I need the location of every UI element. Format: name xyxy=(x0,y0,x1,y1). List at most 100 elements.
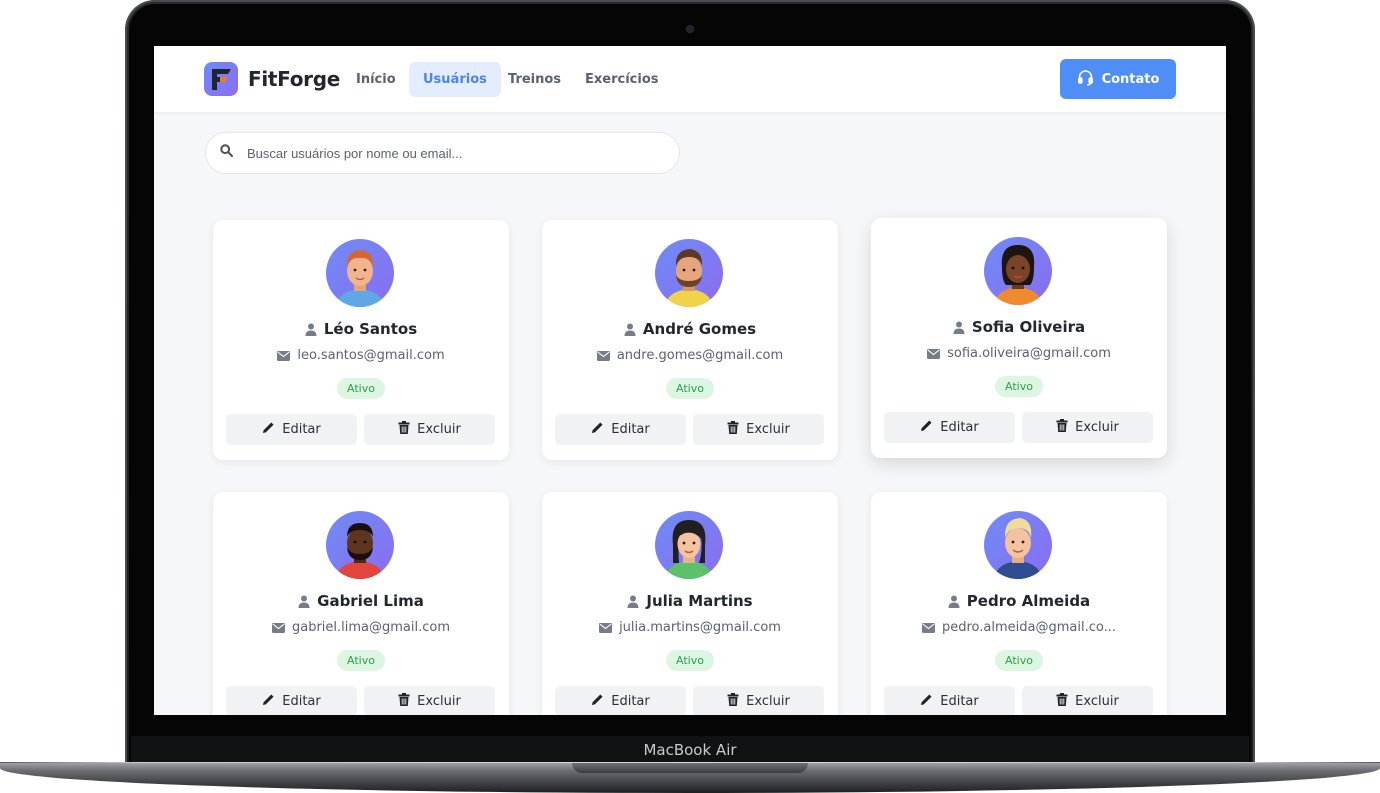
brand-name[interactable]: FitForge xyxy=(248,67,340,91)
edit-label: Editar xyxy=(282,694,321,709)
status-badge: Ativo xyxy=(337,378,385,399)
avatar xyxy=(326,511,394,579)
status-badge: Ativo xyxy=(995,650,1043,671)
delete-label: Excluir xyxy=(746,694,790,709)
edit-button[interactable]: Editar xyxy=(226,686,357,715)
headset-icon xyxy=(1077,69,1094,90)
edit-label: Editar xyxy=(940,694,979,709)
contact-label: Contato xyxy=(1101,71,1160,87)
user-email-text: sofia.oliveira@gmail.com xyxy=(947,346,1111,361)
delete-label: Excluir xyxy=(1075,694,1119,709)
user-name-text: Pedro Almeida xyxy=(966,592,1091,610)
navbar: FitForge Início Usuários Treinos Exercíc… xyxy=(154,46,1226,113)
trash-icon xyxy=(727,421,739,438)
pencil-icon xyxy=(920,693,933,710)
user-email-text: julia.martins@gmail.com xyxy=(619,620,781,635)
user-name-text: Sofia Oliveira xyxy=(971,318,1086,336)
pencil-icon xyxy=(262,421,275,438)
user-card: Pedro Almeida pedro.almeida@gmail.co... … xyxy=(871,492,1167,715)
pencil-icon xyxy=(262,693,275,710)
user-email: sofia.oliveira@gmail.com xyxy=(871,346,1167,363)
delete-label: Excluir xyxy=(1075,420,1119,435)
user-icon xyxy=(624,322,636,340)
user-email-text: andre.gomes@gmail.com xyxy=(616,348,784,363)
delete-label: Excluir xyxy=(417,422,461,437)
envelope-icon xyxy=(599,622,613,637)
delete-label: Excluir xyxy=(417,694,461,709)
user-card: André Gomes andre.gomes@gmail.com Ativo … xyxy=(542,220,838,460)
nav-link-exercicios[interactable]: Exercícios xyxy=(571,62,673,97)
user-name: Gabriel Lima xyxy=(213,592,509,612)
nav-link-usuarios[interactable]: Usuários xyxy=(409,62,501,97)
edit-button[interactable]: Editar xyxy=(555,686,686,715)
user-email-text: gabriel.lima@gmail.com xyxy=(291,620,451,635)
edit-label: Editar xyxy=(611,694,650,709)
status-badge: Ativo xyxy=(995,376,1043,397)
trash-icon xyxy=(1056,693,1068,710)
edit-label: Editar xyxy=(611,422,650,437)
user-name: Léo Santos xyxy=(213,320,509,340)
delete-button[interactable]: Excluir xyxy=(693,414,824,445)
avatar xyxy=(655,511,723,579)
envelope-icon xyxy=(596,350,610,365)
search-bar[interactable] xyxy=(205,132,680,174)
trash-icon xyxy=(727,693,739,710)
avatar xyxy=(984,511,1052,579)
fitforge-logo-icon[interactable] xyxy=(204,62,238,96)
user-icon xyxy=(948,594,960,612)
contact-button[interactable]: Contato xyxy=(1060,59,1176,99)
trash-icon xyxy=(398,693,410,710)
avatar xyxy=(984,237,1052,305)
user-name: Sofia Oliveira xyxy=(871,318,1167,338)
envelope-icon xyxy=(922,622,935,637)
delete-button[interactable]: Excluir xyxy=(1022,686,1153,715)
user-email-text: leo.santos@gmail.com xyxy=(297,348,445,363)
user-card: Léo Santos leo.santos@gmail.com Ativo Ed… xyxy=(213,220,509,460)
pencil-icon xyxy=(591,693,604,710)
status-badge: Ativo xyxy=(337,650,385,671)
edit-label: Editar xyxy=(282,422,321,437)
status-badge: Ativo xyxy=(666,378,714,399)
search-input[interactable] xyxy=(247,145,647,161)
user-icon xyxy=(298,594,310,612)
user-icon xyxy=(953,320,965,338)
user-name: Pedro Almeida xyxy=(871,592,1167,612)
user-name-text: Julia Martins xyxy=(646,592,753,610)
user-icon xyxy=(627,594,639,612)
status-badge: Ativo xyxy=(666,650,714,671)
user-card: Julia Martins julia.martins@gmail.com At… xyxy=(542,492,838,715)
app-screen: FitForge Início Usuários Treinos Exercíc… xyxy=(154,46,1226,715)
edit-label: Editar xyxy=(940,420,979,435)
search-icon xyxy=(220,144,233,162)
user-icon xyxy=(305,322,317,340)
user-name-text: Léo Santos xyxy=(323,320,418,338)
edit-button[interactable]: Editar xyxy=(884,412,1015,443)
camera-icon xyxy=(687,26,693,32)
delete-button[interactable]: Excluir xyxy=(364,686,495,715)
laptop-chin: MacBook Air xyxy=(131,736,1249,763)
nav-link-treinos[interactable]: Treinos xyxy=(494,62,575,97)
delete-button[interactable]: Excluir xyxy=(693,686,824,715)
user-email: julia.martins@gmail.com xyxy=(542,620,838,637)
user-email: gabriel.lima@gmail.com xyxy=(213,620,509,637)
avatar xyxy=(655,239,723,307)
delete-button[interactable]: Excluir xyxy=(1022,412,1153,443)
trash-icon xyxy=(398,421,410,438)
avatar xyxy=(326,239,394,307)
edit-button[interactable]: Editar xyxy=(226,414,357,445)
envelope-icon xyxy=(277,350,291,365)
edit-button[interactable]: Editar xyxy=(884,686,1015,715)
user-name: André Gomes xyxy=(542,320,838,340)
delete-button[interactable]: Excluir xyxy=(364,414,495,445)
user-name: Julia Martins xyxy=(542,592,838,612)
pencil-icon xyxy=(920,419,933,436)
edit-button[interactable]: Editar xyxy=(555,414,686,445)
trash-icon xyxy=(1056,419,1068,436)
user-email-text: pedro.almeida@gmail.co... xyxy=(942,620,1116,635)
user-email: andre.gomes@gmail.com xyxy=(542,348,838,365)
envelope-icon xyxy=(271,622,285,637)
nav-link-inicio[interactable]: Início xyxy=(342,62,410,97)
user-email: pedro.almeida@gmail.co... xyxy=(871,620,1167,637)
envelope-icon xyxy=(927,348,941,363)
user-card: Gabriel Lima gabriel.lima@gmail.com Ativ… xyxy=(213,492,509,715)
